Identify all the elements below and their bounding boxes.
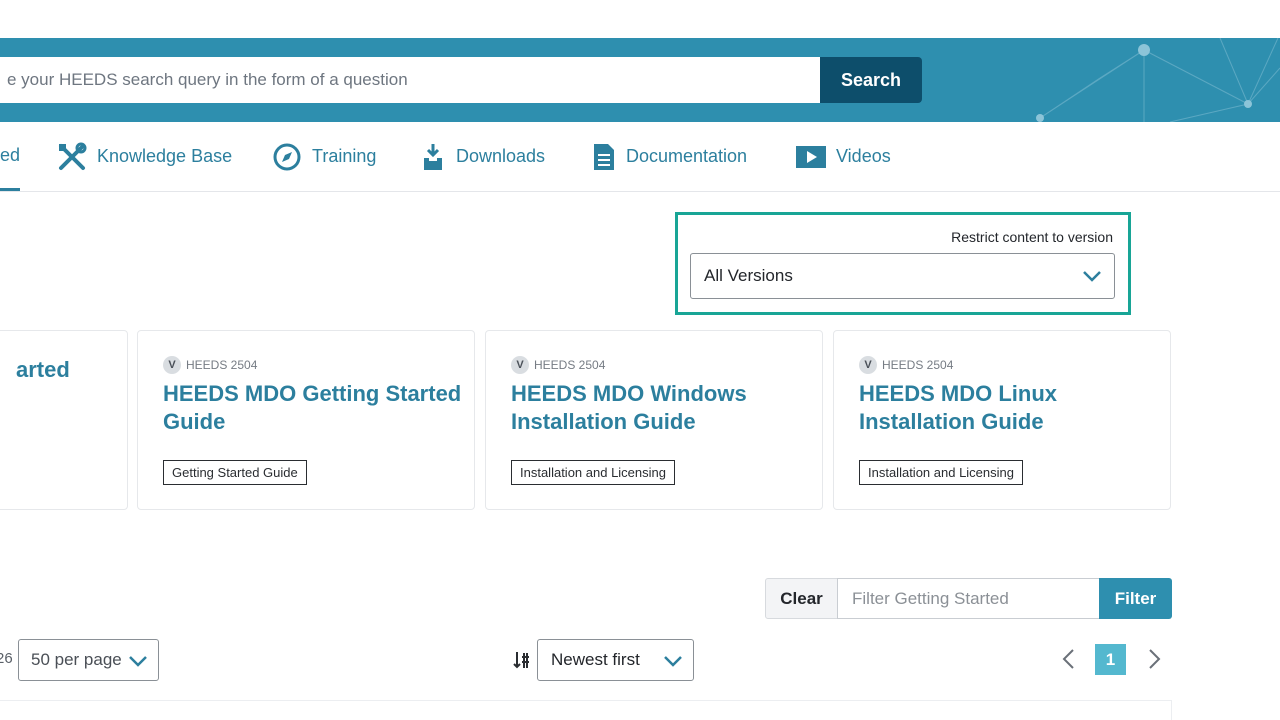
tab-training[interactable]: Training xyxy=(272,122,376,191)
play-icon xyxy=(796,145,826,169)
tab-getting-started[interactable]: ed xyxy=(0,122,21,191)
card-title[interactable]: HEEDS MDO Getting Started Guide xyxy=(163,380,463,436)
results-count: 26 xyxy=(0,650,13,667)
tools-icon xyxy=(57,142,87,172)
version-select[interactable]: All Versions xyxy=(690,253,1115,299)
doc-card[interactable]: V HEEDS 2504 HEEDS MDO Windows Installat… xyxy=(485,330,823,510)
results-list-top xyxy=(0,700,1172,720)
version-filter-label: Restrict content to version xyxy=(951,229,1113,245)
sort-value: Newest first xyxy=(551,650,640,669)
version-filter-panel: Restrict content to version All Versions xyxy=(675,212,1131,315)
doc-card[interactable]: arted xyxy=(0,330,128,510)
tab-label: Downloads xyxy=(456,146,546,166)
main-nav: ed Knowledge Base Training Downloads Doc… xyxy=(0,122,1280,192)
tab-documentation[interactable]: Documentation xyxy=(592,122,747,191)
chevron-right-icon[interactable] xyxy=(1145,648,1163,675)
tab-downloads[interactable]: Downloads xyxy=(420,122,545,191)
card-title[interactable]: HEEDS MDO Linux Installation Guide xyxy=(859,380,1159,436)
network-decoration xyxy=(1036,38,1280,122)
per-page-select[interactable]: 50 per page xyxy=(18,639,159,681)
page-number-current[interactable]: 1 xyxy=(1095,644,1126,675)
card-version: V HEEDS 2504 xyxy=(511,356,605,374)
doc-card[interactable]: V HEEDS 2504 HEEDS MDO Linux Installatio… xyxy=(833,330,1171,510)
chevron-down-icon xyxy=(128,651,148,676)
search-banner: Search xyxy=(0,38,1280,122)
chevron-down-icon xyxy=(663,651,683,676)
tab-label: Knowledge Base xyxy=(97,146,233,166)
compass-icon xyxy=(272,142,302,172)
card-tag[interactable]: Getting Started Guide xyxy=(163,460,307,485)
version-select-value: All Versions xyxy=(704,266,793,285)
sort-select[interactable]: Newest first xyxy=(537,639,694,681)
clear-button[interactable]: Clear xyxy=(765,578,838,619)
card-tag[interactable]: Installation and Licensing xyxy=(859,460,1023,485)
tab-knowledge-base[interactable]: Knowledge Base xyxy=(57,122,232,191)
sort-icon xyxy=(513,650,531,675)
tab-videos[interactable]: Videos xyxy=(796,122,891,191)
doc-card[interactable]: V HEEDS 2504 HEEDS MDO Getting Started G… xyxy=(137,330,475,510)
chevron-down-icon xyxy=(1082,266,1102,291)
download-tray-icon xyxy=(420,142,446,172)
chevron-left-icon[interactable] xyxy=(1060,648,1078,675)
tab-label: Documentation xyxy=(626,146,748,166)
version-badge-icon: V xyxy=(859,356,877,374)
search-button[interactable]: Search xyxy=(820,57,922,103)
tab-label: Training xyxy=(312,146,377,166)
filter-button[interactable]: Filter xyxy=(1099,578,1172,619)
version-badge-icon: V xyxy=(511,356,529,374)
card-version-text: HEEDS 2504 xyxy=(186,358,258,372)
card-tag[interactable]: Installation and Licensing xyxy=(511,460,675,485)
version-badge-icon: V xyxy=(163,356,181,374)
search-input[interactable] xyxy=(0,57,820,103)
card-version-text: HEEDS 2504 xyxy=(534,358,606,372)
tab-label: Videos xyxy=(836,146,891,166)
card-version-text: HEEDS 2504 xyxy=(882,358,954,372)
card-version: V HEEDS 2504 xyxy=(859,356,953,374)
per-page-value: 50 per page xyxy=(31,650,122,669)
card-title[interactable]: HEEDS MDO Windows Installation Guide xyxy=(511,380,811,436)
tab-label: ed xyxy=(0,144,21,165)
card-version: V HEEDS 2504 xyxy=(163,356,257,374)
card-title[interactable]: arted xyxy=(16,356,127,384)
document-icon xyxy=(592,142,616,172)
filter-input[interactable] xyxy=(837,578,1100,619)
